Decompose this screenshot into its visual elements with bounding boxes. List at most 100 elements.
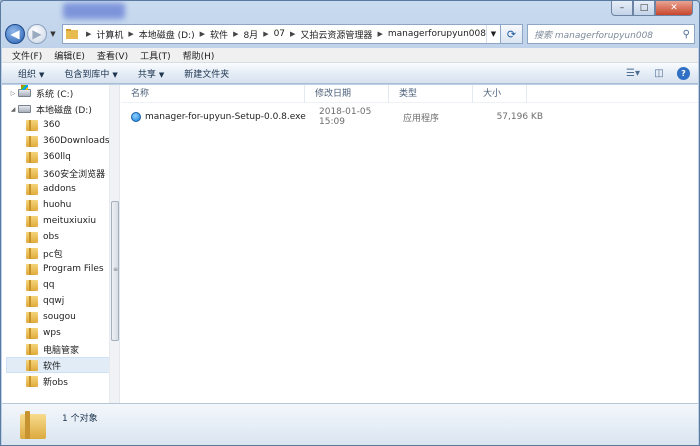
folder-icon [26, 183, 38, 195]
view-options-icon[interactable]: ☰▾ [623, 68, 643, 79]
tree-item-folder[interactable]: 电脑管家 [26, 341, 119, 357]
folder-icon [26, 135, 38, 147]
column-headers: 名称 修改日期 类型 大小 [121, 84, 698, 103]
breadcrumb-separator[interactable]: ▶ [290, 30, 295, 38]
tree-item-folder[interactable]: sougou [26, 309, 119, 325]
tree-item-label: obs [43, 232, 59, 242]
address-bar[interactable]: ▶ 计算机 ▶ 本地磁盘 (D:) ▶ 软件 ▶ 8月 ▶ 07 ▶ 又拍云资源… [62, 24, 501, 44]
tree-item-label: 360llq [43, 152, 71, 162]
back-button[interactable]: ◀ [5, 24, 25, 44]
column-header-modified[interactable]: 修改日期 [305, 84, 389, 103]
tree-item-label: 电脑管家 [43, 345, 80, 356]
tree-item-folder[interactable]: 360安全浏览器 [26, 165, 119, 181]
file-row[interactable]: manager-for-upyun-Setup-0.0.8.exe 2018-0… [125, 107, 543, 127]
breadcrumb-separator[interactable]: ▶ [128, 30, 133, 38]
breadcrumb-separator[interactable]: ▶ [377, 30, 382, 38]
tree-item-label: pc包 [43, 249, 63, 260]
include-in-library-button[interactable]: 包含到库中 ▼ [64, 67, 117, 80]
explorer-window: – □ ✕ ◀ ▶ ▼ ▶ 计算机 ▶ 本地磁盘 (D:) ▶ 软件 ▶ 8月 … [0, 0, 700, 446]
organize-label: 组织 [18, 69, 37, 80]
tree-item-folder[interactable]: meituxiuxiu [26, 213, 119, 229]
organize-button[interactable]: 组织 ▼ [18, 67, 44, 80]
help-icon[interactable]: ? [677, 66, 690, 80]
menu-file[interactable]: 文件(F) [12, 49, 42, 62]
tree-item-label: qq [43, 280, 55, 290]
tree-item-label: huohu [43, 200, 72, 210]
tree-item-label: 360 [43, 120, 61, 130]
tree-item-folder[interactable]: 360 [26, 117, 119, 133]
column-header-name[interactable]: 名称 [121, 84, 305, 103]
share-button[interactable]: 共享 ▼ [138, 67, 164, 80]
tree-item-folder[interactable]: Program Files [26, 261, 119, 277]
command-bar-right: ☰▾ ◫ ? [617, 66, 690, 80]
menu-edit[interactable]: 编辑(E) [54, 49, 85, 62]
folder-icon [26, 199, 38, 211]
menu-bar: 文件(F) 编辑(E) 查看(V) 工具(T) 帮助(H) [2, 48, 698, 63]
tree-item-label: 新obs [43, 377, 68, 388]
preview-pane-icon[interactable]: ◫ [649, 68, 669, 79]
tree-item-drive-c[interactable]: ▷ 系统 (C:) [8, 85, 116, 101]
refresh-button[interactable]: ⟳ [501, 24, 523, 44]
chevron-down-icon: ▼ [158, 70, 165, 79]
folder-icon [26, 359, 38, 371]
folder-icon [20, 410, 46, 439]
forward-button[interactable]: ▶ [27, 24, 47, 44]
breadcrumb-drive-d[interactable]: 本地磁盘 (D:) [139, 28, 195, 41]
minimize-button[interactable]: – [611, 1, 633, 16]
breadcrumb-separator[interactable]: ▶ [86, 30, 91, 38]
tree-item-folder-selected[interactable]: 软件 [6, 357, 110, 373]
breadcrumb-upyun-manager[interactable]: 又拍云资源管理器 [300, 28, 372, 41]
breadcrumb-software[interactable]: 软件 [210, 28, 228, 41]
breadcrumb-separator[interactable]: ▶ [263, 30, 268, 38]
tree-item-folder[interactable]: 360Downloads [26, 133, 119, 149]
breadcrumb-august[interactable]: 8月 [243, 28, 258, 41]
tree-item-folder[interactable]: 新obs [26, 373, 119, 389]
tree-item-label: Program Files [43, 264, 104, 274]
folder-icon [26, 215, 38, 227]
tree-item-folder[interactable]: addons [26, 181, 119, 197]
tree-item-label: 本地磁盘 (D:) [36, 105, 92, 116]
tree-item-folder[interactable]: huohu [26, 197, 119, 213]
menu-tools[interactable]: 工具(T) [140, 49, 171, 62]
tree-item-label: 软件 [43, 361, 62, 372]
tree-item-folder[interactable]: wps [26, 325, 119, 341]
close-button[interactable]: ✕ [655, 1, 693, 16]
menu-view[interactable]: 查看(V) [97, 49, 128, 62]
tree-item-folder[interactable]: qq [26, 277, 119, 293]
folder-icon [26, 327, 38, 339]
breadcrumb-07[interactable]: 07 [274, 29, 285, 39]
breadcrumb-separator[interactable]: ▶ [233, 30, 238, 38]
window-controls: – □ ✕ [611, 1, 693, 16]
search-icon[interactable]: ⚲ [683, 29, 690, 40]
new-folder-button[interactable]: 新建文件夹 [184, 67, 229, 80]
expand-arrow-icon[interactable]: ▷ [8, 90, 18, 97]
menu-help[interactable]: 帮助(H) [183, 49, 215, 62]
search-input[interactable]: 搜索 managerforupyun008 ⚲ [527, 24, 695, 44]
column-header-type[interactable]: 类型 [389, 84, 473, 103]
breadcrumb-separator[interactable]: ▶ [200, 30, 205, 38]
tree-item-folder[interactable]: qqwj [26, 293, 119, 309]
recent-pages-dropdown[interactable]: ▼ [48, 30, 58, 38]
scrollbar-thumb[interactable]: ≡ [111, 201, 119, 341]
tree-item-folder[interactable]: pc包 [26, 245, 119, 261]
tree-item-label: qqwj [43, 296, 65, 306]
system-drive-icon [18, 85, 31, 97]
refresh-icon: ⟳ [506, 27, 517, 41]
address-history-dropdown[interactable]: ▼ [486, 25, 500, 43]
navigation-pane: ▷ 系统 (C:) ◢ 本地磁盘 (D:) 360 360Downloads 3… [2, 85, 120, 403]
folder-icon [26, 279, 38, 291]
tree-item-label: 系统 (C:) [36, 89, 74, 100]
maximize-button[interactable]: □ [633, 1, 655, 16]
tree-item-label: 360安全浏览器 [43, 169, 106, 180]
breadcrumb-computer[interactable]: 计算机 [96, 28, 123, 41]
tree-item-folder[interactable]: obs [26, 229, 119, 245]
column-header-size[interactable]: 大小 [473, 84, 527, 103]
breadcrumb-current-folder[interactable]: managerforupyun008 [388, 29, 486, 39]
file-name: manager-for-upyun-Setup-0.0.8.exe [145, 112, 306, 122]
tree-item-drive-d[interactable]: ◢ 本地磁盘 (D:) [8, 101, 116, 117]
nav-pane-scrollbar[interactable]: ≡ [109, 85, 119, 403]
content-area: ▷ 系统 (C:) ◢ 本地磁盘 (D:) 360 360Downloads 3… [2, 84, 698, 403]
tree-item-folder[interactable]: 360llq [26, 149, 119, 165]
chevron-down-icon: ▼ [112, 70, 118, 79]
collapse-arrow-icon[interactable]: ◢ [8, 106, 18, 113]
